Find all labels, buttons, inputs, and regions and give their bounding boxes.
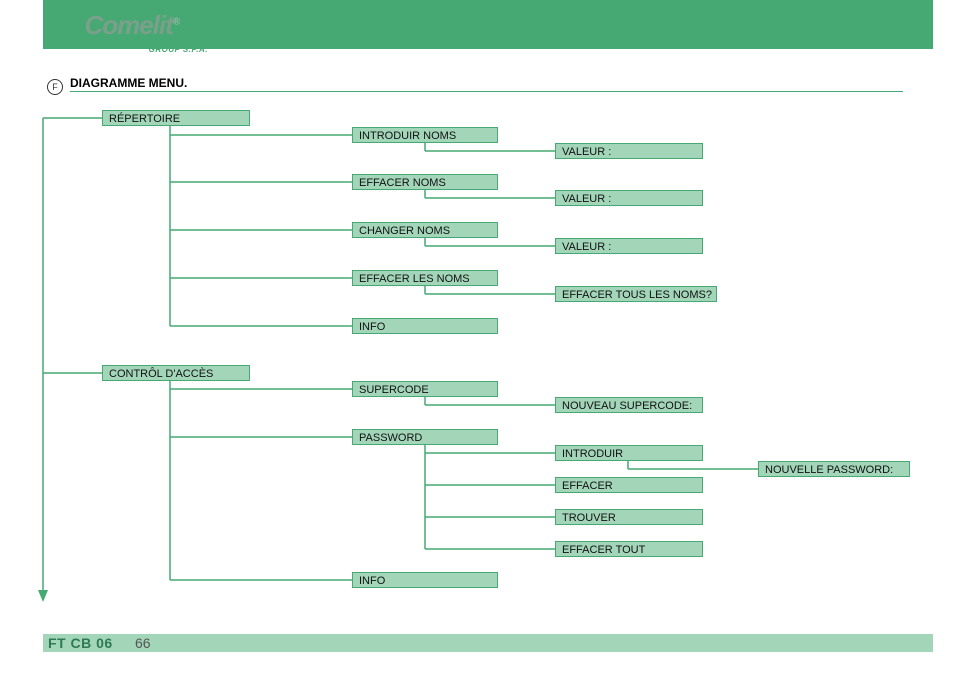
node-password: PASSWORD xyxy=(352,429,498,445)
node-supercode: SUPERCODE xyxy=(352,381,498,397)
node-control-acces: CONTRÔL D'ACCÈS xyxy=(102,365,250,381)
brand-sub: GROUP S.P.A. xyxy=(149,45,208,54)
footer-bar xyxy=(43,634,933,652)
section-title: DIAGRAMME MENU. xyxy=(70,76,187,90)
node-introduir-noms: INTRODUIR NOMS xyxy=(352,127,498,143)
footer-page-number: 66 xyxy=(135,634,151,652)
language-marker: F xyxy=(47,79,63,95)
node-valeur-2: VALEUR : xyxy=(555,190,703,206)
node-effacer-tous: EFFACER TOUS LES NOMS? xyxy=(555,286,717,302)
node-changer-noms: CHANGER NOMS xyxy=(352,222,498,238)
node-effacer: EFFACER xyxy=(555,477,703,493)
logo-mark-icon xyxy=(50,10,80,41)
node-valeur-3: VALEUR : xyxy=(555,238,703,254)
footer-code: FT CB 06 xyxy=(48,634,113,652)
node-trouver: TROUVER xyxy=(555,509,703,525)
brand-name: Comelit® xyxy=(84,10,179,41)
tree-connectors xyxy=(0,0,954,620)
node-introduir: INTRODUIR xyxy=(555,445,703,461)
node-repertoire: RÉPERTOIRE xyxy=(102,110,250,126)
node-effacer-noms: EFFACER NOMS xyxy=(352,174,498,190)
title-underline xyxy=(70,91,903,92)
node-info-1: INFO xyxy=(352,318,498,334)
node-info-2: INFO xyxy=(352,572,498,588)
node-effacer-tout: EFFACER TOUT xyxy=(555,541,703,557)
brand-logo: Comelit® GROUP S.P.A. xyxy=(50,10,210,50)
node-valeur-1: VALEUR : xyxy=(555,143,703,159)
node-effacer-les-noms: EFFACER LES NOMS xyxy=(352,270,498,286)
node-nouvelle-password: NOUVELLE PASSWORD: xyxy=(758,461,910,477)
node-nouveau-supercode: NOUVEAU SUPERCODE: xyxy=(555,397,703,413)
